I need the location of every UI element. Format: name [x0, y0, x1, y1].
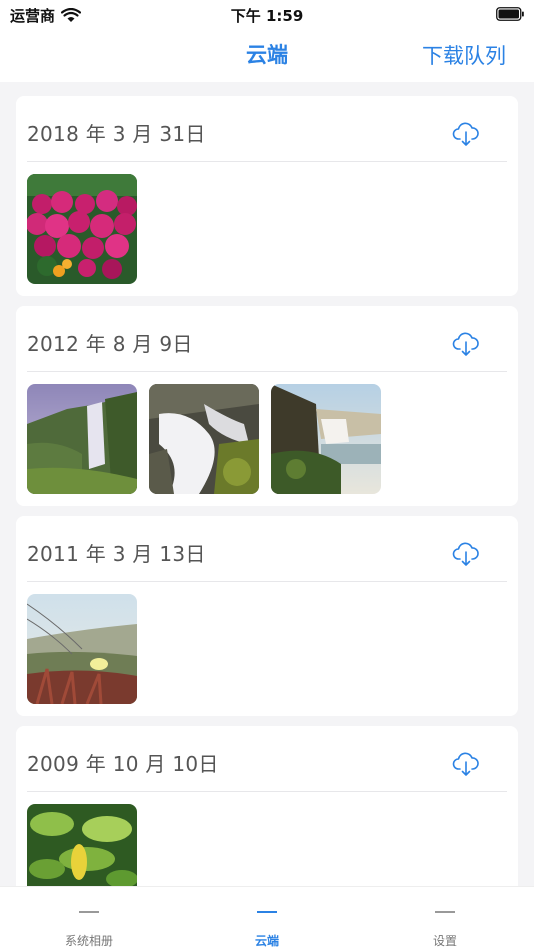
tab-indicator — [257, 911, 277, 913]
cloud-download-icon[interactable] — [452, 540, 480, 568]
group-date: 2009 年 10 月 10日 — [27, 752, 219, 776]
group-date: 2018 年 3 月 31日 — [27, 122, 206, 146]
status-bar: 运营商 下午 1:59 — [0, 0, 534, 30]
group-date: 2012 年 8 月 9日 — [27, 332, 193, 356]
tab-indicator — [79, 911, 99, 913]
photo-group-card: 2011 年 3 月 13日 — [16, 516, 518, 716]
tab-settings[interactable]: 设置 — [356, 887, 534, 951]
tab-cloud[interactable]: 云端 — [178, 887, 356, 951]
thumbnail-row — [27, 174, 137, 284]
tab-bar: 系统相册 云端 设置 — [0, 886, 534, 951]
divider — [27, 791, 507, 792]
download-queue-button[interactable]: 下载队列 — [422, 40, 506, 70]
tab-system-album[interactable]: 系统相册 — [0, 887, 178, 951]
photo-group-card: 2012 年 8 月 9日 — [16, 306, 518, 506]
cloud-download-icon[interactable] — [452, 120, 480, 148]
navigation-bar: 云端 下载队列 — [0, 30, 534, 82]
group-date: 2011 年 3 月 13日 — [27, 542, 206, 566]
photo-thumbnail[interactable] — [27, 804, 137, 886]
divider — [27, 161, 507, 162]
photo-thumbnail[interactable] — [149, 384, 259, 494]
thumbnail-row — [27, 384, 381, 494]
thumbnail-row — [27, 804, 137, 886]
thumbnail-row — [27, 594, 137, 704]
tab-label: 云端 — [254, 934, 279, 948]
tab-label: 设置 — [432, 934, 457, 948]
divider — [27, 371, 507, 372]
photo-thumbnail[interactable] — [271, 384, 381, 494]
photo-groups-list[interactable]: 2018 年 3 月 31日 2012 年 8 月 9日 2011 年 3 月 … — [0, 82, 534, 886]
photo-thumbnail[interactable] — [27, 594, 137, 704]
tab-label: 系统相册 — [64, 934, 113, 948]
photo-group-card: 2009 年 10 月 10日 — [16, 726, 518, 886]
photo-thumbnail[interactable] — [27, 384, 137, 494]
tab-indicator — [435, 911, 455, 913]
cloud-download-icon[interactable] — [452, 330, 480, 358]
cloud-download-icon[interactable] — [452, 750, 480, 778]
photo-group-card: 2018 年 3 月 31日 — [16, 96, 518, 296]
battery-icon — [496, 7, 524, 21]
status-time: 下午 1:59 — [230, 7, 304, 25]
divider — [27, 581, 507, 582]
photo-thumbnail[interactable] — [27, 174, 137, 284]
